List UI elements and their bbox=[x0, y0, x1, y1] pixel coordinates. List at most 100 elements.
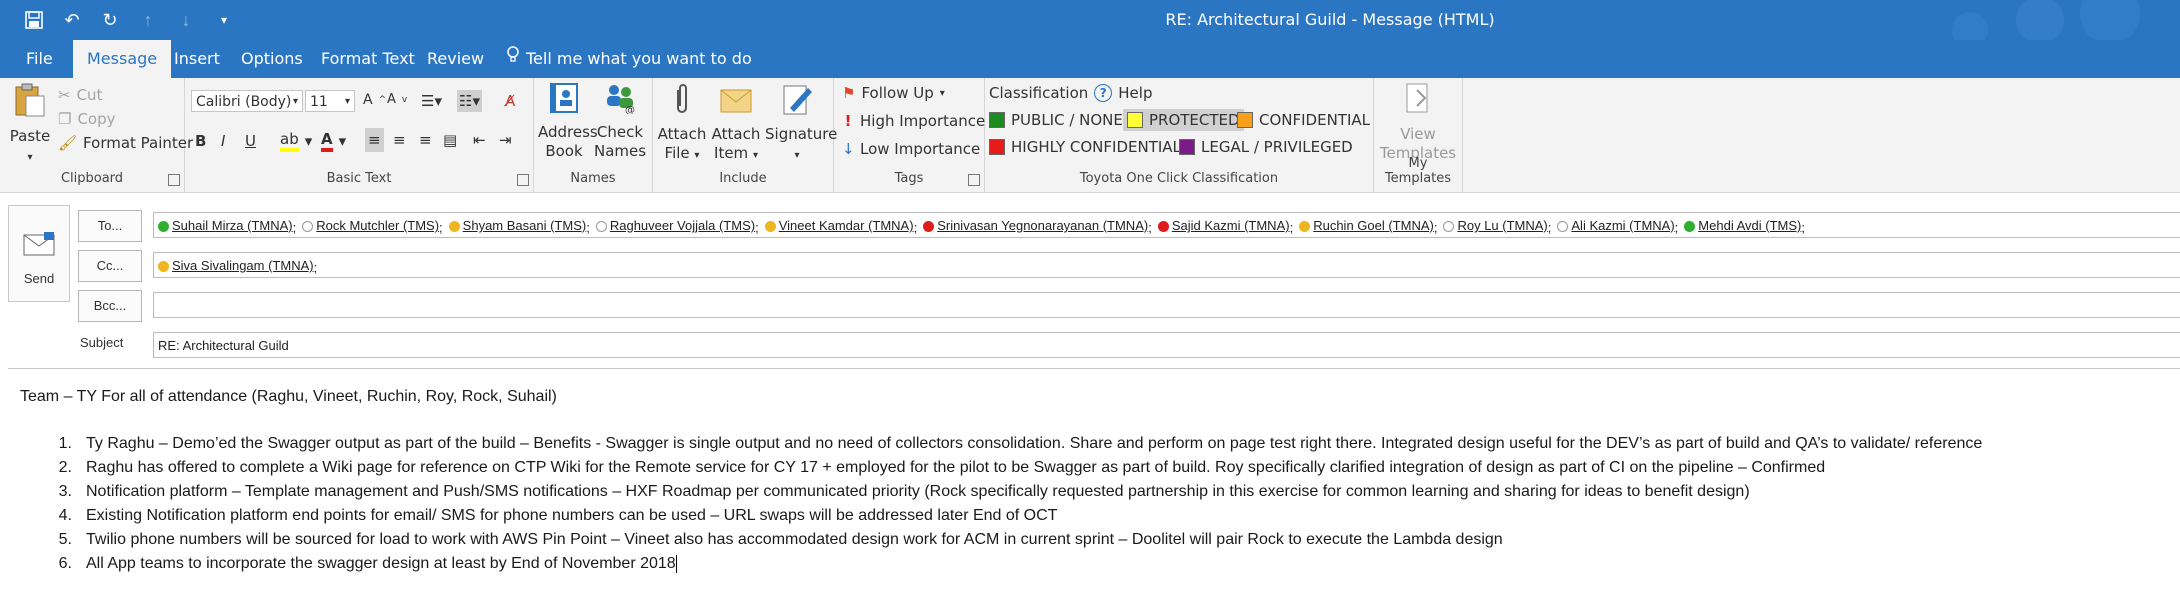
up-arrow-icon[interactable]: ↑ bbox=[136, 8, 160, 32]
numbering-icon[interactable]: ☷▾ bbox=[457, 90, 482, 112]
bullets-icon[interactable]: ☰▾ bbox=[421, 92, 442, 110]
signature-icon bbox=[765, 82, 829, 121]
tab-review[interactable]: Review bbox=[413, 40, 498, 78]
help-icon[interactable]: ? bbox=[1094, 84, 1113, 102]
save-icon[interactable] bbox=[22, 8, 46, 32]
recipient-chip[interactable]: Siva Sivalingam (TMNA) bbox=[158, 253, 314, 277]
view-templates-button[interactable]: View Templates bbox=[1378, 82, 1458, 163]
recipient-chip[interactable]: Srinivasan Yegnonarayanan (TMNA) bbox=[923, 213, 1148, 237]
recipient-chip[interactable]: Shyam Basani (TMS) bbox=[448, 213, 586, 237]
class-legal-button[interactable]: LEGAL / PRIVILEGED bbox=[1179, 138, 1353, 156]
font-size-combo[interactable]: 11 ▾ bbox=[305, 90, 355, 112]
highlight-icon[interactable]: ab ▾ bbox=[280, 130, 312, 152]
address-book-button[interactable]: Address Book bbox=[538, 82, 598, 161]
align-right-icon[interactable]: ≡ bbox=[419, 131, 432, 149]
recipient-separator: ; bbox=[313, 259, 318, 275]
down-arrow-icon[interactable]: ↓ bbox=[174, 8, 198, 32]
recipient-chip[interactable]: Suhail Mirza (TMNA) bbox=[158, 213, 293, 237]
group-label-clipboard: Clipboard bbox=[60, 171, 124, 186]
tab-insert[interactable]: Insert bbox=[160, 40, 234, 78]
recipient-chip[interactable]: Raghuveer Vojjala (TMS) bbox=[595, 213, 755, 237]
tab-options[interactable]: Options bbox=[227, 40, 317, 78]
bcc-field[interactable] bbox=[153, 292, 2180, 318]
cc-button[interactable]: Cc... bbox=[78, 250, 142, 282]
subject-field[interactable]: RE: Architectural Guild bbox=[153, 332, 2180, 358]
attach-item-button[interactable]: Attach Item ▾ bbox=[709, 82, 763, 165]
class-protected-button[interactable]: PROTECTED bbox=[1123, 109, 1244, 131]
recipient-chip[interactable]: Rock Mutchler (TMS) bbox=[302, 213, 439, 237]
recipient-chip[interactable]: Roy Lu (TMNA) bbox=[1443, 213, 1548, 237]
font-name-combo[interactable]: Calibri (Body) ▾ bbox=[191, 90, 303, 112]
ribbon: Paste ▾ ✂ Cut ❐ Copy 🖌 Format Painter Clipbo… bbox=[0, 78, 2180, 193]
increase-indent-icon[interactable]: ⇥ bbox=[499, 131, 512, 149]
follow-up-button[interactable]: ⚑ Follow Up ▾ bbox=[842, 84, 945, 102]
redo-icon[interactable]: ↻ bbox=[98, 8, 122, 32]
presence-away-icon bbox=[1299, 220, 1311, 232]
check-names-label-1: Check bbox=[596, 123, 644, 141]
list-item: 4. Existing Notification platform end poi… bbox=[58, 507, 1058, 524]
recipient-chip[interactable]: Sajid Kazmi (TMNA) bbox=[1157, 213, 1290, 237]
presence-away-icon bbox=[764, 220, 776, 232]
send-icon bbox=[9, 232, 69, 261]
clipboard-launcher-icon[interactable] bbox=[168, 174, 180, 186]
lightbulb-icon bbox=[506, 40, 520, 78]
class-protected-label: PROTECTED bbox=[1149, 111, 1240, 129]
align-left-icon[interactable]: ≡ bbox=[365, 128, 384, 152]
tab-message[interactable]: Message bbox=[73, 40, 172, 78]
decrease-indent-icon[interactable]: ⇤ bbox=[473, 131, 486, 149]
recipient-chip[interactable]: Vineet Kamdar (TMNA) bbox=[764, 213, 914, 237]
tab-file[interactable]: File bbox=[12, 40, 67, 78]
tell-me-text: Tell me what you want to do bbox=[526, 49, 752, 68]
highly-color-swatch bbox=[989, 139, 1005, 155]
attach-file-button[interactable]: Attach File ▾ bbox=[657, 82, 707, 165]
bcc-button[interactable]: Bcc... bbox=[78, 290, 142, 322]
presence-offline-icon bbox=[595, 220, 607, 232]
shrink-font-icon[interactable]: Av bbox=[387, 92, 407, 107]
class-confidential-button[interactable]: CONFIDENTIAL bbox=[1237, 111, 1370, 129]
basic-text-launcher-icon[interactable] bbox=[517, 174, 529, 186]
recipient-chip[interactable]: Ruchin Goel (TMNA) bbox=[1299, 213, 1434, 237]
cc-field[interactable]: Siva Sivalingam (TMNA); bbox=[153, 252, 2180, 278]
class-public-button[interactable]: PUBLIC / NONE bbox=[989, 111, 1123, 129]
signature-button[interactable]: Signature ▾ bbox=[765, 82, 837, 165]
message-body[interactable]: Team – TY For all of attendance (Raghu, … bbox=[8, 368, 2180, 593]
paste-button[interactable]: Paste ▾ bbox=[8, 82, 52, 167]
quick-access-toolbar: ↶ ↻ ↑ ↓ ▾ bbox=[22, 8, 236, 32]
recipient-chip[interactable]: Mehdi Avdi (TMS) bbox=[1684, 213, 1801, 237]
to-field[interactable]: Suhail Mirza (TMNA); Rock Mutchler (TMS);… bbox=[153, 212, 2180, 238]
undo-icon[interactable]: ↶ bbox=[60, 8, 84, 32]
tab-format-text[interactable]: Format Text bbox=[307, 40, 429, 78]
recipient-name: Roy Lu (TMNA) bbox=[1457, 218, 1548, 233]
group-label-my-templates: My Templates bbox=[1384, 156, 1452, 186]
tell-me-box[interactable]: Tell me what you want to do bbox=[492, 40, 766, 78]
tags-launcher-icon[interactable] bbox=[968, 174, 980, 186]
font-color-icon[interactable]: A ▾ bbox=[321, 130, 346, 152]
grow-font-icon[interactable]: A ^ bbox=[363, 92, 386, 108]
copy-label: Copy bbox=[77, 110, 116, 128]
to-button[interactable]: To... bbox=[78, 210, 142, 242]
italic-icon[interactable]: I bbox=[221, 132, 225, 150]
help-label[interactable]: Help bbox=[1118, 84, 1152, 102]
templates-icon bbox=[1378, 82, 1458, 121]
copy-button[interactable]: ❐ Copy bbox=[58, 110, 116, 128]
align-center-icon[interactable]: ≡ bbox=[393, 131, 406, 149]
high-importance-button[interactable]: ! High Importance bbox=[842, 112, 986, 130]
title-bar: ↶ ↻ ↑ ↓ ▾ RE: Architectural Guild - Mess… bbox=[0, 0, 2180, 40]
send-button[interactable]: Send bbox=[8, 205, 70, 302]
flag-icon: ⚑ bbox=[842, 84, 856, 102]
low-importance-button[interactable]: ↓ Low Importance bbox=[842, 140, 980, 158]
class-highly-button[interactable]: HIGHLY CONFIDENTIAL bbox=[989, 138, 1181, 156]
underline-icon[interactable]: U bbox=[245, 132, 256, 150]
recipient-name: Sajid Kazmi (TMNA) bbox=[1171, 218, 1290, 233]
clear-formatting-icon[interactable]: A̸ bbox=[505, 92, 515, 110]
check-names-button[interactable]: @ Check Names bbox=[594, 82, 646, 161]
presence-away-icon bbox=[158, 260, 169, 272]
cut-button[interactable]: ✂ Cut bbox=[58, 86, 102, 104]
recipient-chip[interactable]: Ali Kazmi (TMNA) bbox=[1557, 213, 1675, 237]
down-arrow-blue-icon: ↓ bbox=[842, 140, 855, 158]
bold-icon[interactable]: B bbox=[195, 132, 206, 150]
customize-qat-icon[interactable]: ▾ bbox=[212, 8, 236, 32]
justify-icon[interactable]: ▤ bbox=[443, 131, 457, 149]
format-painter-button[interactable]: 🖌 Format Painter bbox=[58, 134, 193, 152]
recipient-name: Suhail Mirza (TMNA) bbox=[172, 218, 293, 233]
